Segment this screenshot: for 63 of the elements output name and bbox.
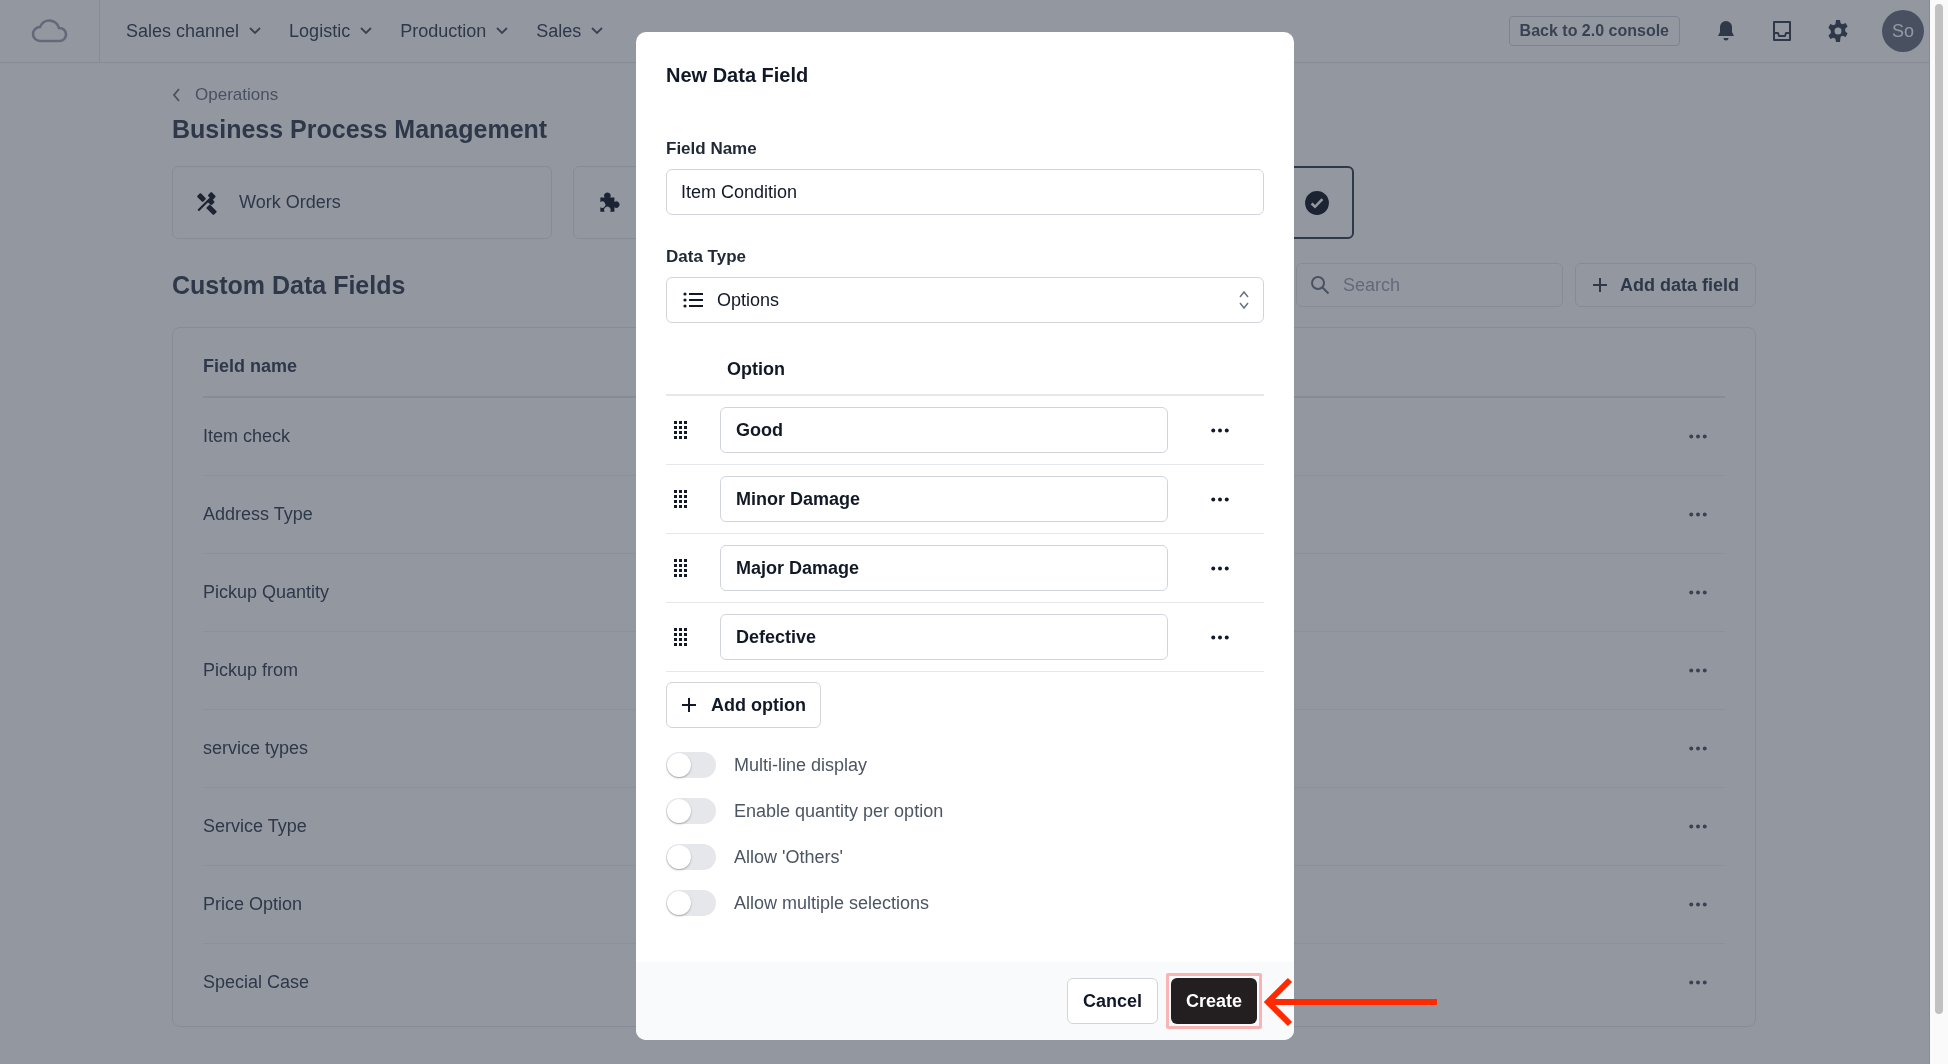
table-cell: Service Type (203, 816, 307, 837)
option-input[interactable]: Major Damage (720, 545, 1168, 591)
option-input[interactable]: Minor Damage (720, 476, 1168, 522)
data-type-select[interactable]: Options (666, 277, 1264, 323)
drag-handle-icon[interactable] (674, 559, 688, 577)
up-down-chevron-icon (1239, 290, 1249, 310)
cloud-logo-icon[interactable] (29, 18, 70, 44)
back-chevron-icon[interactable] (172, 88, 181, 102)
table-cell: Pickup Quantity (203, 582, 330, 603)
toggle-switch[interactable] (666, 890, 716, 916)
toggle-switch[interactable] (666, 844, 716, 870)
search-icon (1310, 275, 1330, 295)
table-cell: service types (203, 738, 309, 759)
toggle-label: Allow 'Others' (734, 846, 843, 868)
list-icon (683, 292, 703, 308)
table-cell: Address Type (203, 504, 313, 525)
chevron-down-icon (591, 27, 604, 35)
column-header: Option (666, 359, 1264, 396)
table-cell: Price Option (203, 894, 303, 915)
nav-menu[interactable]: Production (400, 20, 509, 42)
nav-menu[interactable]: Sales (536, 20, 604, 42)
toggle-label: Enable quantity per option (734, 800, 944, 822)
process-card[interactable]: Work Orders (172, 166, 552, 239)
chevron-down-icon (249, 27, 262, 35)
more-icon[interactable] (1211, 496, 1229, 502)
field-label: Field Name (666, 139, 758, 159)
drag-handle-icon[interactable] (674, 490, 688, 508)
add-data-field-button[interactable]: Add data field (1575, 263, 1756, 307)
toggle-switch[interactable] (666, 752, 716, 778)
field-name-input[interactable]: Item Condition (666, 169, 1264, 215)
chevron-down-icon (360, 27, 373, 35)
scrollbar[interactable] (1929, 0, 1948, 1064)
dialog-title: New Data Field (666, 64, 810, 87)
scrollbar-thumb[interactable] (1935, 4, 1943, 1014)
check-circle-icon (1304, 189, 1330, 216)
column-header: Field name (203, 355, 298, 377)
card-label: Work Orders (239, 192, 341, 213)
plus-icon (681, 697, 697, 713)
toggle-switch[interactable] (666, 798, 716, 824)
add-option-button[interactable]: Add option (666, 682, 821, 728)
toggle-label: Allow multiple selections (734, 892, 930, 914)
table-cell: Pickup from (203, 660, 299, 681)
table-cell: Special Case (203, 972, 310, 993)
field-label: Data Type (666, 247, 747, 267)
more-icon[interactable] (1211, 634, 1229, 640)
toggle-label: Multi-line display (734, 754, 868, 776)
create-button[interactable]: Create (1170, 978, 1257, 1024)
plus-icon (1592, 277, 1608, 293)
settings-icon[interactable] (1826, 19, 1850, 43)
more-icon[interactable] (1211, 427, 1229, 433)
nav-menu[interactable]: Logistic (289, 20, 373, 42)
section-title: Custom Data Fields (172, 270, 406, 300)
table-cell: Item check (203, 426, 291, 447)
option-input[interactable]: Good (720, 407, 1168, 453)
nav-menu[interactable]: Sales channel (126, 20, 262, 42)
drag-handle-icon[interactable] (674, 421, 688, 439)
chevron-down-icon (496, 27, 509, 35)
cancel-button[interactable]: Cancel (1066, 978, 1158, 1024)
drag-handle-icon[interactable] (674, 628, 688, 646)
page-title: Business Process Management (172, 115, 549, 144)
more-icon[interactable] (1211, 565, 1229, 571)
option-input[interactable]: Defective (720, 614, 1168, 660)
inbox-icon[interactable] (1770, 19, 1794, 43)
